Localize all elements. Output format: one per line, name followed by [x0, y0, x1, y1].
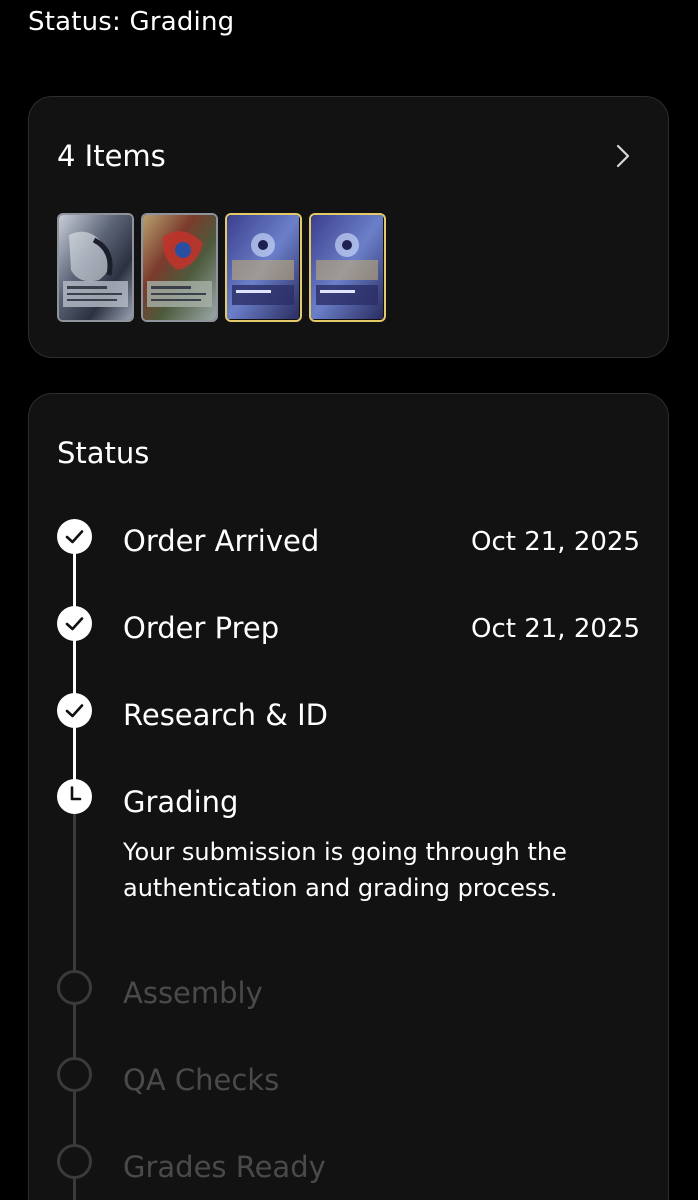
step-label-order-arrived: Order Arrived — [123, 524, 320, 558]
step-label-research-id: Research & ID — [123, 698, 328, 732]
trading-card-2[interactable] — [141, 213, 218, 322]
check-icon — [56, 605, 93, 642]
items-count-title: 4 Items — [57, 139, 166, 173]
empty-circle-icon — [56, 1143, 93, 1180]
empty-circle-icon — [56, 969, 93, 1006]
status-heading: Status — [57, 436, 150, 470]
step-description-grading: Your submission is going through the aut… — [123, 838, 567, 902]
clock-icon — [56, 778, 93, 815]
check-icon — [56, 692, 93, 729]
trading-card-4[interactable] — [309, 213, 386, 322]
step-label-order-prep: Order Prep — [123, 611, 280, 645]
step-label-grades-ready: Grades Ready — [123, 1150, 326, 1184]
step-date-order-prep: Oct 21, 2025 — [471, 614, 640, 644]
trading-card-1[interactable] — [57, 213, 134, 322]
timeline-progress-line — [73, 540, 76, 796]
step-date-order-arrived: Oct 21, 2025 — [471, 527, 640, 557]
check-icon — [56, 518, 93, 555]
status-line: Status: Grading — [28, 7, 235, 37]
step-label-qa-checks: QA Checks — [123, 1063, 280, 1097]
step-label-assembly: Assembly — [123, 976, 263, 1010]
trading-card-3[interactable] — [225, 213, 302, 322]
empty-circle-icon — [56, 1056, 93, 1093]
chevron-right-icon[interactable] — [612, 143, 634, 169]
step-label-grading: Grading — [123, 785, 239, 819]
submission-status-page: Status: Grading 4 Items Status Order Arr… — [0, 0, 698, 1200]
